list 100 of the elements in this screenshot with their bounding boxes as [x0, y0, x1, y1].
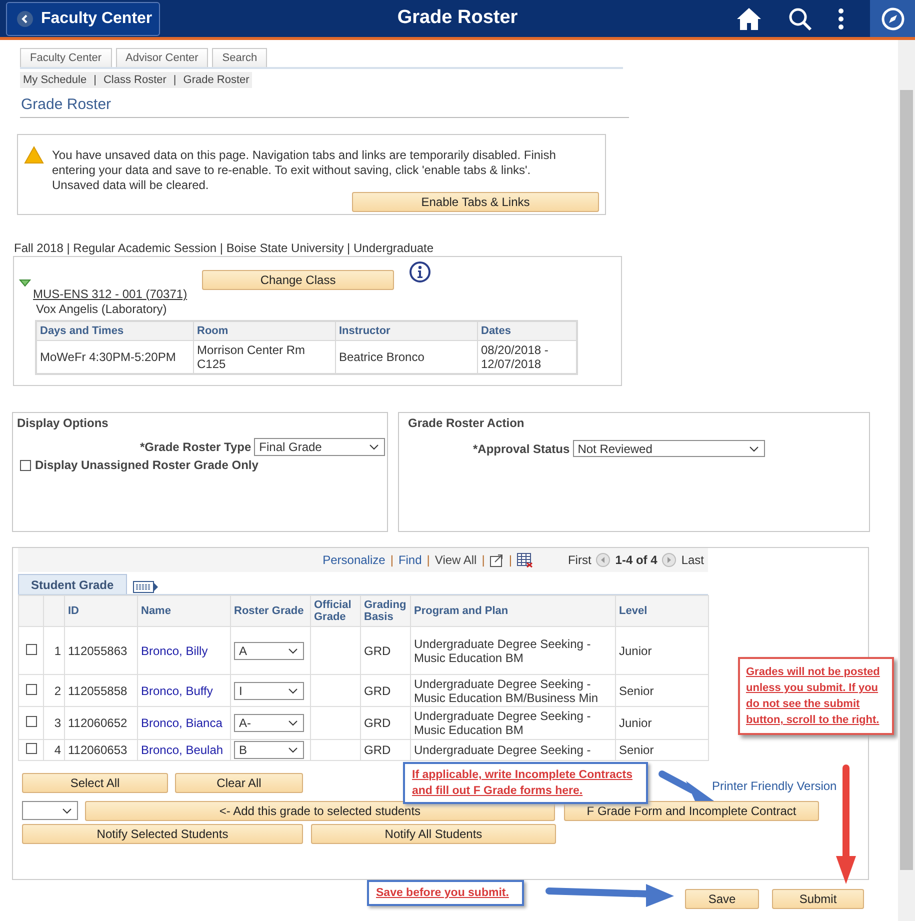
home-icon[interactable] [736, 6, 762, 30]
annotation-callout: Grades will not be posted unless you submit. If you do not see the submit button, scroll to the right. [738, 657, 894, 735]
column-header: Name [141, 605, 171, 617]
new-window-icon[interactable] [490, 554, 504, 566]
column-header: Level [619, 605, 648, 617]
spreadsheet-icon[interactable] [516, 552, 533, 568]
add-grade-button[interactable]: <- Add this grade to selected students [85, 801, 555, 821]
notify-selected-button[interactable]: Notify Selected Students [22, 824, 303, 844]
compass-icon [880, 6, 904, 30]
arrow [658, 770, 714, 801]
breadcrumb-separator: | [173, 74, 176, 86]
breadcrumb-link[interactable]: Grade Roster [183, 74, 250, 86]
row-checkbox[interactable] [26, 644, 36, 654]
column-header: Program and Plan [414, 605, 508, 617]
enable-tabs-button[interactable]: Enable Tabs & Links [352, 192, 599, 212]
back-button[interactable]: Faculty Center [6, 2, 160, 36]
table-cell: 112060652 [68, 716, 128, 730]
grid-tab[interactable]: Student Grade [18, 574, 127, 594]
grid-link[interactable]: Find [398, 553, 422, 567]
checkbox-label: Display Unassigned Roster Grade Only [35, 458, 258, 472]
table-cell: Undergraduate Degree Seeking - Music Education BM/Business Min [414, 676, 598, 704]
back-icon [17, 10, 33, 26]
first-label: First [568, 553, 592, 567]
grid-link[interactable]: View All [434, 553, 477, 567]
table-cell: Undergraduate Degree Seeking - [414, 743, 591, 757]
row-checkbox[interactable] [26, 716, 36, 727]
table-cell: Junior [619, 716, 652, 730]
chevron-icon [369, 444, 380, 450]
save-button[interactable]: Save [685, 889, 759, 909]
chevron-icon [288, 747, 298, 753]
warning-message: You have unsaved data on this page. Navigation tabs and links are temporarily disabled. Finish entering your data and save to re-enable. To exit without saving, click 'enable tabs & links'. Unsaved data will be cleared. [52, 148, 557, 193]
grade-dropdown[interactable] [22, 801, 78, 820]
class-description: Vox Angelis (Laboratory) [36, 302, 168, 316]
breadcrumb-link[interactable]: Class Roster [103, 74, 166, 86]
scrollbar[interactable] [898, 40, 915, 921]
grade-dropdown[interactable]: A [234, 642, 304, 660]
breadcrumb-separator: | [94, 74, 96, 86]
select-all-button[interactable]: Select All [22, 773, 168, 793]
table-cell: GRD [364, 716, 391, 730]
show-all-columns-icon[interactable] [132, 580, 159, 594]
breadcrumb-link[interactable]: My Schedule [23, 74, 87, 86]
info-icon[interactable] [409, 261, 431, 283]
row-number: 2 [54, 684, 61, 698]
table-cell: GRD [364, 644, 391, 658]
collapse-toggle-icon[interactable] [19, 279, 31, 287]
course-link[interactable]: MUS-ENS 312 - 001 (70371) [33, 287, 188, 301]
field-label: *Approval Status [473, 442, 570, 456]
grade-roster-type-dropdown[interactable]: Final Grade [254, 438, 386, 456]
annotation-callout: Save before you submit. [367, 880, 524, 906]
more-menu-icon[interactable] [838, 6, 844, 30]
warning-icon [24, 146, 44, 164]
previous-icon[interactable] [596, 553, 610, 567]
table-cell: 112055858 [68, 684, 128, 698]
f-grade-form-button[interactable]: F Grade Form and Incomplete Contract [564, 801, 819, 821]
table-cell: 112060653 [68, 743, 128, 757]
column-header: Grading Basis [364, 599, 406, 623]
grid-link[interactable]: Personalize [322, 553, 386, 567]
approval-status-dropdown[interactable]: Not Reviewed [572, 440, 765, 457]
column-header: Days and Times [36, 321, 194, 340]
last-label: Last [681, 553, 704, 567]
chevron-icon [62, 808, 72, 814]
grade-dropdown[interactable]: A- [234, 714, 304, 732]
page-header-title: Grade Roster [397, 7, 518, 29]
column-header: Official Grade [314, 599, 352, 623]
nav-tab[interactable]: Advisor Center [116, 48, 208, 67]
next-icon[interactable] [662, 553, 676, 567]
chevron-icon [288, 648, 298, 654]
row-number: 3 [54, 716, 61, 730]
row-number: 1 [54, 644, 61, 658]
notify-all-button[interactable]: Notify All Students [311, 824, 556, 844]
table-cell: GRD [364, 684, 391, 698]
link-separator: | [508, 553, 512, 567]
table-cell: Undergraduate Degree Seeking - Music Education BM [414, 709, 591, 737]
printer-friendly-link[interactable]: Printer Friendly Version [712, 779, 837, 793]
clear-all-button[interactable]: Clear All [175, 773, 303, 793]
column-header: Dates [478, 321, 577, 340]
column-header: Room [194, 321, 336, 340]
change-class-button[interactable]: Change Class [202, 270, 394, 290]
submit-button[interactable]: Submit [772, 889, 864, 909]
row-checkbox[interactable] [26, 684, 36, 694]
grade-dropdown[interactable]: I [234, 682, 304, 700]
navigator-button[interactable] [870, 0, 915, 37]
nav-tab[interactable]: Faculty Center [20, 48, 112, 67]
checkbox[interactable] [20, 460, 31, 470]
table-cell: Undergraduate Degree Seeking - Music Education BM [414, 636, 591, 664]
panel-title: Grade Roster Action [408, 416, 526, 430]
link-separator: | [482, 553, 485, 567]
nav-tab[interactable]: Search [212, 48, 268, 67]
row-checkbox[interactable] [26, 743, 36, 754]
column-header: Roster Grade [234, 605, 304, 617]
link-separator: | [390, 553, 394, 567]
search-icon[interactable] [788, 6, 812, 30]
chevron-icon [288, 720, 298, 726]
chevron-icon [288, 688, 298, 694]
row-range: 1-4 of 4 [615, 553, 658, 567]
grade-dropdown[interactable]: B [234, 741, 304, 759]
column-header: Instructor [336, 321, 478, 340]
table-cell: 112055863 [68, 644, 128, 658]
field-label: *Grade Roster Type [140, 440, 252, 454]
term-info: Fall 2018 | Regular Academic Session | Boise State University | Undergraduate [14, 241, 435, 255]
